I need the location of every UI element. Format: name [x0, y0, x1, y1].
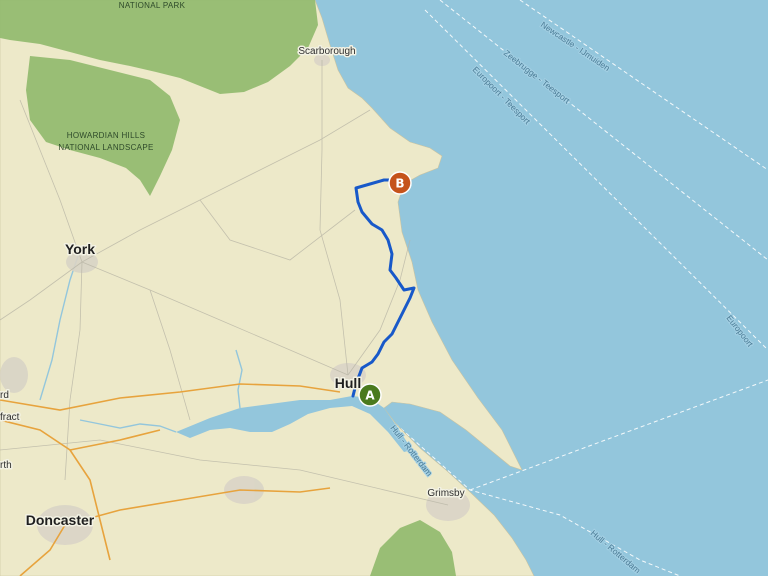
north-york-moors-label: NATIONAL PARK: [119, 1, 186, 10]
start-marker-label: A: [365, 389, 375, 403]
edge-label-bottom: rth: [0, 460, 12, 471]
route-end-marker[interactable]: B: [388, 171, 412, 195]
howardian-hills-label-line1: HOWARDIAN HILLS: [67, 131, 145, 140]
map-view[interactable]: NATIONAL PARK HOWARDIAN HILLS NATIONAL L…: [0, 0, 768, 576]
place-label-grimsby[interactable]: Grimsby: [426, 487, 466, 501]
route-start-marker[interactable]: A: [358, 383, 382, 407]
place-label-doncaster[interactable]: Doncaster: [24, 511, 96, 530]
edge-label-mid: fract: [0, 412, 20, 423]
edge-label-top: rd: [0, 390, 9, 401]
place-label-hull[interactable]: Hull: [333, 374, 362, 393]
place-label-scarborough[interactable]: Scarborough: [297, 45, 357, 59]
place-label-york[interactable]: York: [63, 240, 96, 259]
end-marker-label: B: [395, 177, 404, 191]
map-canvas[interactable]: NATIONAL PARK HOWARDIAN HILLS NATIONAL L…: [0, 0, 768, 576]
howardian-hills-label-line2: NATIONAL LANDSCAPE: [58, 143, 153, 152]
